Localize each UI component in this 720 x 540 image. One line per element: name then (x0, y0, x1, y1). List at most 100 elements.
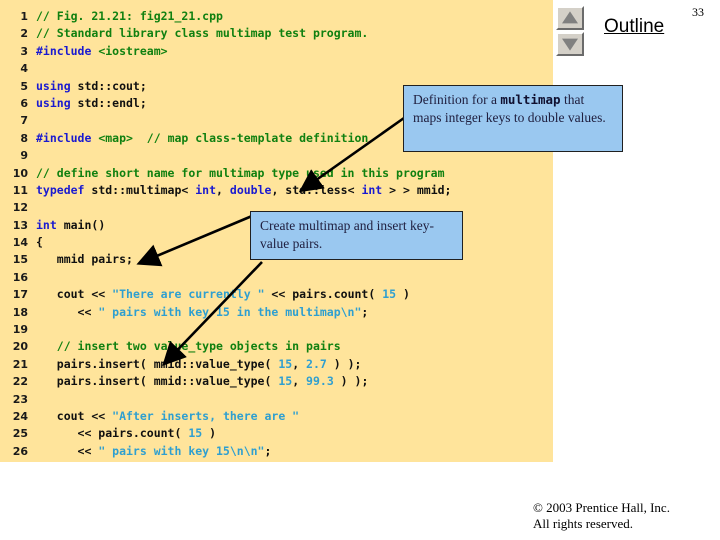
line-source: // insert two value_type objects in pair… (36, 338, 341, 355)
code-token: ; (264, 443, 272, 458)
line-number: 23 (12, 392, 28, 406)
code-line: 2 // Standard library class multimap test… (0, 25, 553, 42)
line-number: 24 (12, 409, 28, 423)
slide-root: 1 // Fig. 21.21: fig21_21.cpp 2 // Standard… (0, 0, 720, 540)
line-number: 14 (12, 236, 28, 250)
line-number: 12 (12, 201, 28, 215)
scroll-down-button[interactable] (556, 32, 584, 56)
code-token: #include (36, 130, 99, 145)
line-number: 4 (20, 62, 28, 76)
code-token: 15 (382, 287, 397, 302)
line-source: pairs.insert( mmid::value_type( 15, 2.7 … (36, 356, 362, 373)
slide-number: 33 (692, 5, 704, 19)
code-token: mmid pairs; (36, 252, 133, 267)
code-token: ) (396, 287, 410, 302)
line-source: #include <map> // map class-template def… (36, 130, 368, 147)
code-token: pairs.insert( mmid::value_type( (36, 356, 279, 371)
code-token: , std::less< (271, 182, 362, 197)
line-number: 5 (20, 79, 28, 93)
line-number: 19 (12, 323, 28, 337)
footer: © 2003 Prentice Hall, Inc. All rights re… (533, 500, 713, 532)
code-token: " pairs with key 15\n\n" (98, 443, 265, 458)
outline-link[interactable]: Outline (604, 16, 664, 38)
line-source: // define short name for multimap type u… (36, 165, 445, 182)
code-token: // map class-template definition (146, 130, 369, 145)
line-number: 13 (12, 218, 28, 232)
code-line: 19 (0, 321, 553, 338)
code-token: cout << (36, 408, 113, 423)
code-token: ) ); (326, 356, 362, 371)
line-source: cout << "After inserts, there are " (36, 408, 299, 425)
line-number: 21 (12, 357, 28, 371)
code-line: 11 typedef std::multimap< int, double, st… (0, 182, 553, 199)
code-token: , (292, 356, 307, 371)
line-number: 25 (12, 427, 28, 441)
line-number: 17 (12, 288, 28, 302)
code-token: std::endl; (70, 95, 147, 110)
code-token: std::multimap< (84, 182, 196, 197)
code-token: <iostream> (98, 43, 168, 58)
code-token: // Standard library class multimap test … (36, 26, 369, 41)
line-number: 3 (20, 44, 28, 58)
code-token: 15 (278, 374, 293, 389)
code-line: 18 << " pairs with key 15 in the multima… (0, 304, 553, 321)
copyright-line: © 2003 Prentice Hall, Inc. (533, 500, 670, 515)
line-source: using std::endl; (36, 95, 147, 112)
code-line: 10 // define short name for multimap type… (0, 165, 553, 182)
code-line: 23 (0, 391, 553, 408)
line-number: 1 (20, 10, 28, 23)
scroll-buttons (556, 6, 586, 58)
line-number: 10 (12, 166, 28, 180)
code-token: { (36, 235, 43, 250)
line-number: 2 (20, 27, 28, 41)
code-token: using (36, 78, 71, 93)
code-token: using (36, 95, 71, 110)
code-token: ) ); (333, 374, 369, 389)
line-source: { (36, 234, 43, 251)
line-number: 7 (20, 114, 28, 128)
code-token: int (195, 182, 217, 197)
line-source: // Standard library class multimap test … (36, 25, 368, 42)
code-line: 20 // insert two value_type objects in p… (0, 338, 553, 355)
code-token: pairs.insert( mmid::value_type( (36, 374, 279, 389)
code-line: 3 #include <iostream> (0, 43, 553, 60)
code-line: 4 (0, 60, 553, 77)
code-token: << (36, 443, 99, 458)
line-number: 26 (12, 444, 28, 458)
code-token: << (36, 304, 99, 319)
line-source: << pairs.count( 15 ) (36, 425, 217, 442)
code-line: 1 // Fig. 21.21: fig21_21.cpp (0, 8, 553, 25)
line-source: int main() (36, 217, 105, 234)
code-token: // Fig. 21.21: fig21_21.cpp (36, 9, 223, 23)
code-token: ) (202, 426, 217, 441)
code-token: <map> (98, 130, 133, 145)
line-source: #include <iostream> (36, 43, 168, 60)
line-number: 6 (20, 96, 28, 110)
code-token: main() (56, 217, 106, 232)
code-line: 16 (0, 269, 553, 286)
triangle-up-icon (562, 11, 578, 24)
code-line: 21 pairs.insert( mmid::value_type( 15, 2… (0, 356, 553, 373)
line-source: typedef std::multimap< int, double, std:… (36, 182, 451, 199)
rights-line: All rights reserved. (533, 516, 634, 531)
line-number: 11 (12, 183, 28, 197)
code-token: , (216, 182, 230, 197)
code-token: 99.3 (306, 374, 334, 389)
code-token: ; (361, 304, 369, 319)
triangle-down-icon (562, 38, 578, 51)
code-token: cout << (36, 287, 113, 302)
code-token: double (229, 182, 272, 197)
code-token: // define short name for multimap type u… (36, 165, 445, 180)
line-number: 18 (12, 305, 28, 319)
line-source: pairs.insert( mmid::value_type( 15, 99.3… (36, 373, 369, 390)
line-number: 22 (12, 375, 28, 389)
code-token: "After inserts, there are " (112, 408, 300, 423)
code-token: "There are currently " (112, 287, 265, 302)
scroll-up-button[interactable] (556, 6, 584, 30)
code-token: typedef (36, 182, 85, 197)
line-source: using std::cout; (36, 78, 147, 95)
line-source: << " pairs with key 15\n\n"; (36, 443, 272, 460)
line-number: 9 (20, 149, 28, 163)
code-token: int (36, 217, 57, 232)
